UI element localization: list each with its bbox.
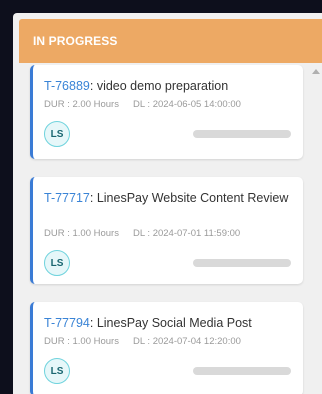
task-meta: DUR : 1.00 Hours DL : 2024-07-04 12:20:00 <box>44 336 241 347</box>
task-name: : LinesPay Website Content Review <box>89 191 289 205</box>
task-progress-bar <box>193 367 291 375</box>
task-duration: DUR : 1.00 Hours <box>44 336 119 347</box>
assignee-avatar[interactable]: LS <box>44 358 70 384</box>
task-title: T-76889: video demo preparation <box>44 78 294 95</box>
task-deadline: DL : 2024-07-04 12:20:00 <box>132 336 241 347</box>
task-title: T-77717: LinesPay Website Content Review <box>44 190 294 207</box>
task-card[interactable]: T-77794: LinesPay Social Media Post DUR … <box>30 302 303 394</box>
column-header: IN PROGRESS <box>19 19 322 63</box>
task-list[interactable]: T-76889: video demo preparation DUR : 2.… <box>19 65 322 394</box>
task-meta: DUR : 1.00 Hours DL : 2024-07-01 11:59:00 <box>44 228 240 239</box>
task-id-link[interactable]: T-76889 <box>44 79 90 93</box>
scroll-up-icon[interactable] <box>312 69 320 74</box>
task-duration: DUR : 2.00 Hours <box>44 99 119 110</box>
task-card[interactable]: T-77717: LinesPay Website Content Review… <box>30 177 303 284</box>
task-name: : video demo preparation <box>89 79 229 93</box>
vertical-scrollbar[interactable] <box>310 65 322 394</box>
column-title: IN PROGRESS <box>33 34 118 48</box>
task-deadline: DL : 2024-07-01 11:59:00 <box>132 228 241 239</box>
task-duration: DUR : 1.00 Hours <box>44 228 119 239</box>
in-progress-column: IN PROGRESS T-76889: video demo preparat… <box>13 13 322 394</box>
assignee-avatar[interactable]: LS <box>44 121 70 147</box>
task-id-link[interactable]: T-77794 <box>44 316 90 330</box>
task-id-link[interactable]: T-77717 <box>44 191 90 205</box>
task-progress-bar <box>193 259 291 267</box>
task-card[interactable]: T-76889: video demo preparation DUR : 2.… <box>30 65 303 159</box>
task-name: : LinesPay Social Media Post <box>89 316 252 330</box>
task-title: T-77794: LinesPay Social Media Post <box>44 315 294 332</box>
assignee-avatar[interactable]: LS <box>44 250 70 276</box>
task-progress-bar <box>193 130 291 138</box>
task-meta: DUR : 2.00 Hours DL : 2024-06-05 14:00:00 <box>44 99 241 110</box>
task-deadline: DL : 2024-06-05 14:00:00 <box>132 99 241 110</box>
